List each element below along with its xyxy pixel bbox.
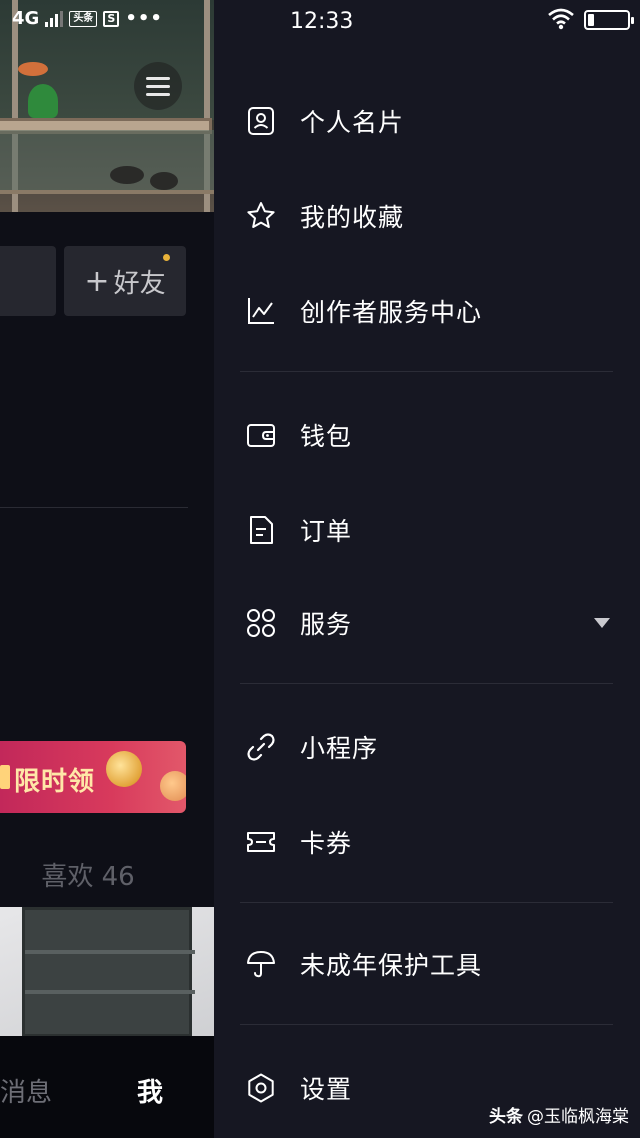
menu-item-favorites[interactable]: 我的收藏 xyxy=(214,176,640,256)
divider xyxy=(240,1024,613,1025)
menu-item-business-card[interactable]: 个人名片 xyxy=(214,81,640,161)
id-card-icon xyxy=(245,105,277,137)
side-drawer: 12:33 个人名片 我的收藏 创作者服务中心 钱包 订单 服务 小程序 卡券 … xyxy=(214,0,640,1138)
tab-likes[interactable]: 喜欢 46 xyxy=(0,856,176,893)
watermark-handle: @玉临枫海棠 xyxy=(527,1107,629,1127)
status-bar-left: 4G 头条 S ••• xyxy=(12,8,163,29)
add-friend-label: 好友 xyxy=(113,268,166,299)
menu-label: 未成年保护工具 xyxy=(300,951,483,980)
promo-tag-icon xyxy=(0,765,10,789)
line-chart-icon xyxy=(245,295,277,327)
chevron-down-icon[interactable] xyxy=(594,618,610,628)
umbrella-icon xyxy=(245,948,277,980)
video-thumbnail[interactable] xyxy=(0,907,214,1037)
menu-label: 创作者服务中心 xyxy=(300,298,483,327)
menu-item-orders[interactable]: 订单 xyxy=(214,490,640,570)
menu-label: 个人名片 xyxy=(300,108,405,137)
battery-icon xyxy=(584,10,634,30)
menu-item-wallet[interactable]: 钱包 xyxy=(214,395,640,475)
wifi-icon xyxy=(548,8,574,30)
plus-icon: + xyxy=(84,263,110,299)
link-icon xyxy=(245,731,277,763)
menu-item-minor-protection[interactable]: 未成年保护工具 xyxy=(214,924,640,1004)
add-friend-button[interactable]: + 好友 xyxy=(64,246,186,316)
promo-text: 限时领 xyxy=(14,767,96,797)
menu-label: 我的收藏 xyxy=(300,203,405,232)
menu-label: 订单 xyxy=(300,517,353,546)
menu-item-mini-programs[interactable]: 小程序 xyxy=(214,707,640,787)
menu-label: 设置 xyxy=(300,1075,353,1104)
coin-icon xyxy=(160,771,186,801)
signal-icon xyxy=(45,10,64,27)
wallet-icon xyxy=(245,419,277,451)
divider xyxy=(0,507,188,508)
nav-messages[interactable]: 消息 xyxy=(0,1072,52,1109)
menu-icon[interactable] xyxy=(134,62,182,110)
coin-icon xyxy=(106,751,142,787)
app-notification-badge: 头条 xyxy=(69,10,98,27)
divider xyxy=(240,683,613,684)
nav-me[interactable]: 我 xyxy=(137,1072,163,1109)
network-type: 4G xyxy=(12,8,40,29)
screen: 4G 头条 S ••• + 好友 限时领 喜欢 46 消息 我 12:33 个人… xyxy=(0,0,640,1138)
menu-label: 服务 xyxy=(300,610,353,639)
profile-page-overlay[interactable]: 4G 头条 S ••• + 好友 限时领 喜欢 46 消息 我 xyxy=(0,0,214,1138)
watermark-brand: 头条 xyxy=(489,1107,523,1127)
menu-label: 钱包 xyxy=(300,422,353,451)
bottom-navigation: 消息 我 xyxy=(0,1036,214,1138)
star-icon xyxy=(245,200,277,232)
divider xyxy=(240,371,613,372)
menu-item-coupons[interactable]: 卡券 xyxy=(214,802,640,882)
notification-dot xyxy=(163,254,170,261)
menu-label: 小程序 xyxy=(300,734,379,763)
gear-icon xyxy=(245,1072,277,1104)
menu-item-services[interactable]: 服务 xyxy=(214,583,640,663)
promo-banner[interactable]: 限时领 xyxy=(0,741,186,813)
grid-icon xyxy=(245,607,277,639)
s-app-icon: S xyxy=(103,10,120,27)
document-icon xyxy=(245,514,277,546)
status-time: 12:33 xyxy=(290,9,354,34)
edit-profile-button[interactable] xyxy=(0,246,56,316)
menu-label: 卡券 xyxy=(300,829,353,858)
profile-cover-image xyxy=(0,0,214,212)
divider xyxy=(240,902,613,903)
more-notifications-icon: ••• xyxy=(125,8,163,29)
ticket-icon xyxy=(245,826,277,858)
watermark: 头条 @玉临枫海棠 xyxy=(489,1102,629,1127)
menu-item-creator-center[interactable]: 创作者服务中心 xyxy=(214,271,640,351)
